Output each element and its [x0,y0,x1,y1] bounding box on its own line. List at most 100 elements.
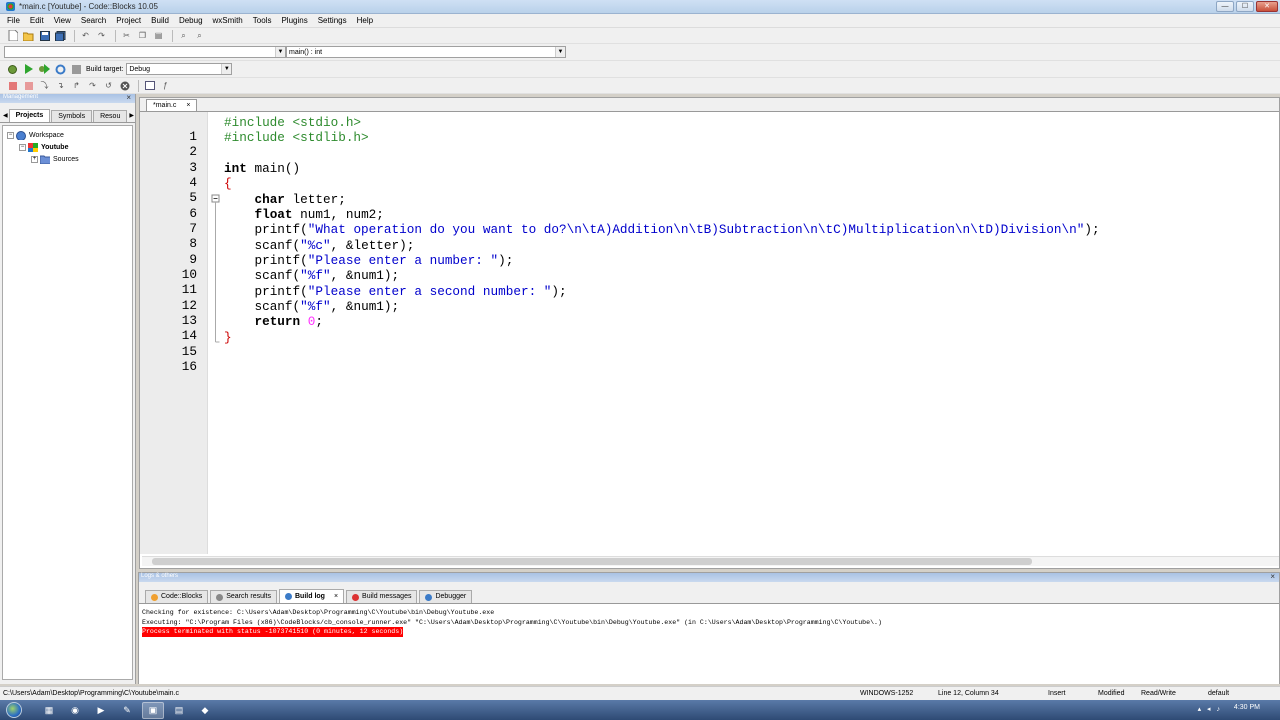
expand-icon[interactable]: + [31,155,38,163]
close-icon[interactable]: × [334,591,338,603]
menu-help[interactable]: Help [352,16,378,25]
debug-continue-icon[interactable] [6,80,19,92]
horizontal-scrollbar[interactable] [142,556,1279,566]
code-line-15: } [224,330,1100,345]
rebuild-icon[interactable] [54,63,67,75]
code-text-span: scanf( [254,268,301,284]
run-to-cursor-icon[interactable] [22,80,35,92]
notepad-icon[interactable]: ▤ [168,702,190,719]
media-player-icon[interactable]: ▶ [90,702,112,719]
save-all-icon[interactable] [54,30,67,42]
next-line-icon[interactable]: ⤵ [38,80,51,92]
menu-search[interactable]: Search [76,16,111,25]
maximize-button[interactable]: ☐ [1236,1,1254,12]
menu-file[interactable]: File [2,16,25,25]
build-icon[interactable] [6,63,19,75]
status-encoding: WINDOWS-1252 [860,690,914,697]
menu-wxsmith[interactable]: wxSmith [208,16,248,25]
string-literal: "%f" [300,299,331,315]
string-literal: "%f" [300,268,331,284]
save-icon[interactable] [38,30,51,42]
minimize-button[interactable]: — [1216,1,1234,12]
tab-build-messages[interactable]: Build messages [346,590,418,603]
chevron-left-icon[interactable]: ◀ [2,111,9,122]
close-icon[interactable]: × [186,100,190,111]
menu-view[interactable]: View [49,16,76,25]
explorer-icon[interactable]: ▦ [38,702,60,719]
management-panel: Management × ◀ Projects Symbols Resou ▶ … [0,93,136,684]
recorder-icon[interactable]: ◆ [194,702,216,719]
tab-main-c[interactable]: *main.c × [146,99,198,111]
step-into-icon[interactable]: ↴ [54,80,67,92]
code-line-10: printf("Please enter a number: "); [224,253,1100,268]
collapse-icon[interactable]: − [7,131,14,139]
code-text[interactable]: #include <stdio.h> #include <stdlib.h> i… [224,115,1100,361]
tree-node-workspace[interactable]: − Workspace [7,129,132,141]
system-tray-icons[interactable]: ▴ ◂ ♪ [1198,705,1222,713]
menu-plugins[interactable]: Plugins [276,16,312,25]
management-header: Management × [0,93,135,103]
start-button[interactable] [0,700,28,720]
build-log-output[interactable]: Checking for existence: C:\Users\Adam\De… [139,604,1279,684]
preprocessor-directive: #include <stdlib.h> [224,130,369,146]
code-text-span: ); [551,283,567,299]
stop-debugger-icon[interactable] [118,80,131,92]
close-button[interactable]: ✕ [1256,1,1278,12]
build-and-run-icon[interactable] [38,63,51,75]
function-combo[interactable]: main() : int ▼ [286,46,566,58]
open-file-icon[interactable] [22,30,35,42]
scope-combo[interactable]: ▼ [4,46,286,58]
close-icon[interactable]: × [1270,572,1275,581]
replace-icon[interactable]: ⌕ [193,30,206,42]
scrollbar-thumb[interactable] [152,558,1032,565]
log-line: Checking for existence: C:\Users\Adam\De… [142,609,495,616]
code-line-4: int main() [224,161,1100,176]
various-info-icon[interactable]: ƒ [159,80,172,92]
tab-build-log[interactable]: Build log × [279,589,345,603]
toolbar-separator [138,79,139,92]
line-number-gutter: 1 2 3 4 5 6 7 8 9 10 11 12 13 14 15 16 [140,112,208,554]
redo-icon[interactable]: ↷ [95,30,108,42]
abort-icon[interactable] [70,63,83,75]
main-toolbar: ↶ ↷ ✂ ❐ ▤ ⌕ ⌕ [0,28,1280,44]
build-target-combo[interactable]: Debug ▼ [126,63,233,75]
taskbar-clock[interactable]: 4:30 PM [1234,704,1260,711]
codeblocks-task-icon[interactable]: ▣ [142,701,164,719]
paste-icon[interactable]: ▤ [152,30,165,42]
menu-settings[interactable]: Settings [313,16,352,25]
step-out-icon[interactable]: ↱ [70,80,83,92]
menu-tools[interactable]: Tools [248,16,277,25]
undo-icon[interactable]: ↶ [79,30,92,42]
line-number: 3 [189,159,197,175]
tab-codeblocks[interactable]: Code::Blocks [145,590,209,603]
menu-build[interactable]: Build [146,16,174,25]
tab-search-results[interactable]: Search results [210,590,277,603]
code-text-span: , &num1); [330,299,400,315]
tab-resources[interactable]: Resou [93,110,128,122]
tab-debugger[interactable]: Debugger [419,590,473,603]
copy-icon[interactable]: ❐ [136,30,149,42]
run-icon[interactable] [22,63,35,75]
cut-icon[interactable]: ✂ [120,30,133,42]
tree-node-project[interactable]: − Youtube [7,141,132,153]
debugger-toolbar: ⤵ ↴ ↱ ↷ ↺ ƒ [0,78,1280,94]
menu-debug[interactable]: Debug [174,16,208,25]
close-icon[interactable]: × [126,93,131,102]
tab-symbols[interactable]: Symbols [51,110,93,122]
tab-projects[interactable]: Projects [8,109,51,122]
chevron-right-icon[interactable]: ▶ [128,111,135,122]
new-file-icon[interactable] [6,30,19,42]
step-instruction-icon[interactable]: ↺ [102,80,115,92]
collapse-icon[interactable]: − [19,143,26,151]
next-instruction-icon[interactable]: ↷ [86,80,99,92]
debug-windows-icon[interactable] [143,80,156,92]
status-file-path: C:\Users\Adam\Desktop\Programming\C\Yout… [3,690,179,697]
menu-project[interactable]: Project [111,16,146,25]
menu-edit[interactable]: Edit [25,16,49,25]
paint-icon[interactable]: ✎ [116,702,138,719]
chrome-icon[interactable]: ◉ [64,702,86,719]
tree-node-sources[interactable]: + Sources [7,153,132,165]
code-text-span: letter; [284,191,346,207]
find-icon[interactable]: ⌕ [177,30,190,42]
code-text-span: num1, num2; [292,207,384,223]
